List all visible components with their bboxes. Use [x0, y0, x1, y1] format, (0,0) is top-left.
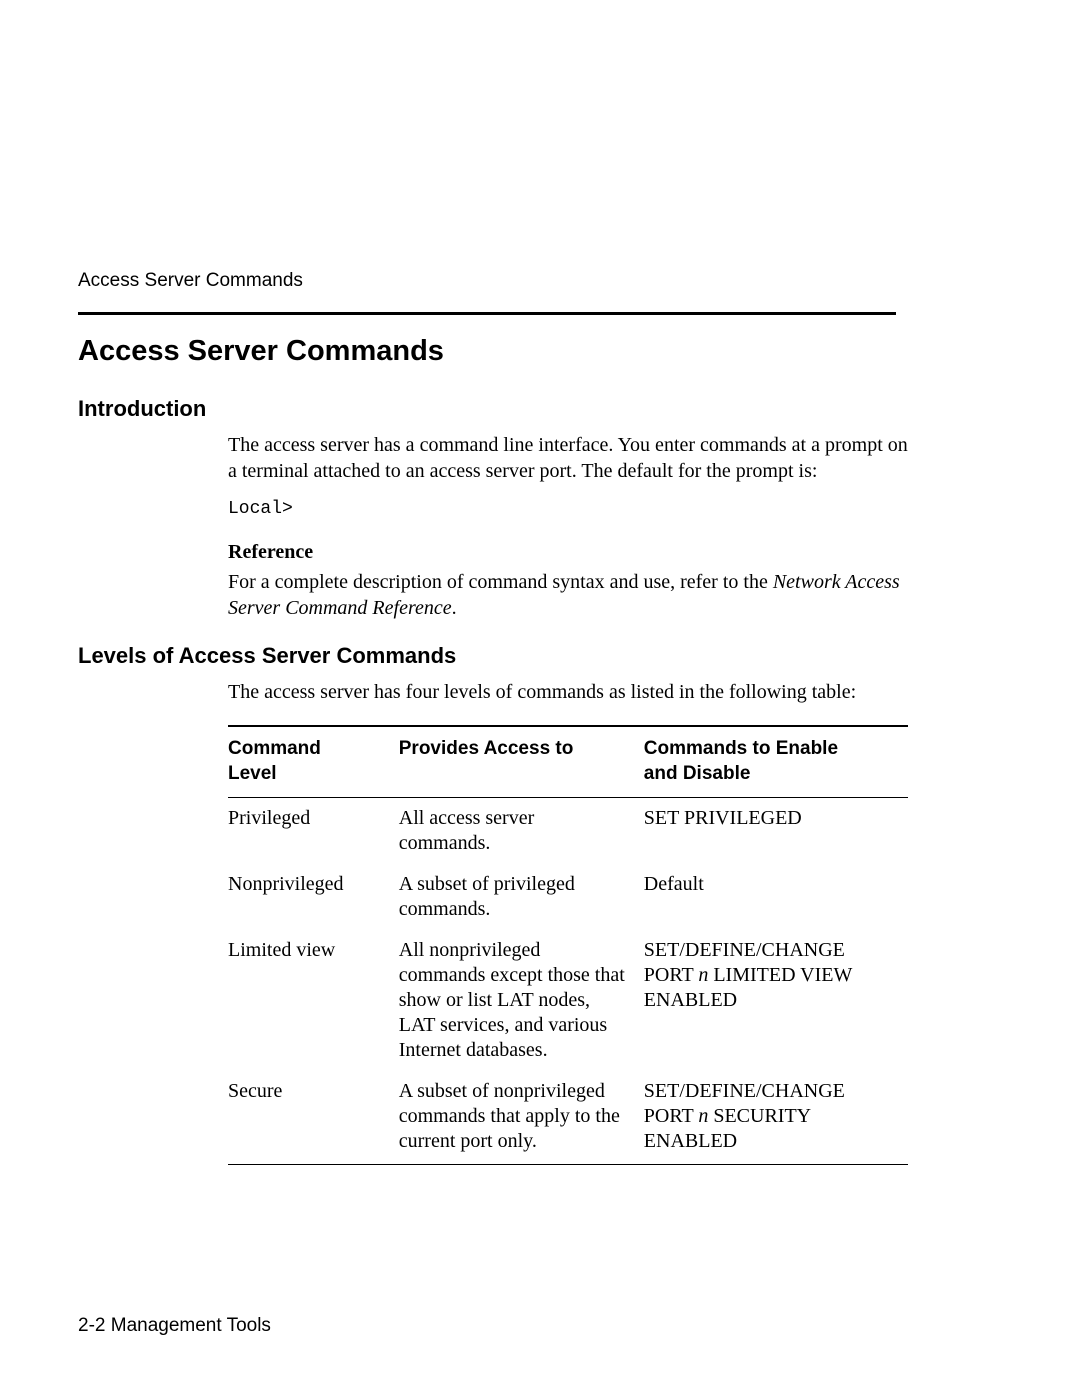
cell-cmd: Default	[644, 864, 908, 930]
th-command-level: CommandLevel	[228, 726, 399, 797]
cell-level: Limited view	[228, 930, 399, 1071]
cell-cmd: SET PRIVILEGED	[644, 797, 908, 864]
page-title: Access Server Commands	[78, 335, 950, 368]
table-row: Secure A subset of nonprivileged command…	[228, 1071, 908, 1165]
cell-level: Secure	[228, 1071, 399, 1165]
cell-cmd: SET/DEFINE/CHANGE PORT n LIMITED VIEW EN…	[644, 930, 908, 1071]
reference-text: For a complete description of command sy…	[228, 569, 908, 621]
running-header: Access Server Commands	[78, 270, 950, 292]
section-levels-heading: Levels of Access Server Commands	[78, 643, 950, 669]
table-row: Nonprivileged A subset of privileged com…	[228, 864, 908, 930]
intro-paragraph: The access server has a command line int…	[228, 432, 908, 484]
th-provides-access: Provides Access to	[399, 726, 644, 797]
reference-heading: Reference	[228, 539, 908, 565]
cell-cmd: SET/DEFINE/CHANGE PORT n SECURITY ENABLE…	[644, 1071, 908, 1165]
divider	[78, 312, 896, 315]
cell-access: All access server commands.	[399, 797, 644, 864]
levels-intro: The access server has four levels of com…	[228, 679, 908, 705]
table-row: Limited view All nonprivileged commands …	[228, 930, 908, 1071]
cell-access: A subset of privileged commands.	[399, 864, 644, 930]
page-footer: 2-2 Management Tools	[78, 1315, 271, 1337]
prompt-code: Local>	[228, 498, 908, 521]
command-levels-table: CommandLevel Provides Access to Commands…	[228, 725, 908, 1164]
cell-level: Nonprivileged	[228, 864, 399, 930]
ref-text-after: .	[452, 597, 457, 619]
table-row: Privileged All access server commands. S…	[228, 797, 908, 864]
section-intro-heading: Introduction	[78, 396, 950, 422]
cell-access: All nonprivileged commands except those …	[399, 930, 644, 1071]
cell-access: A subset of nonprivileged commands that …	[399, 1071, 644, 1165]
th-commands-enable: Commands to Enableand Disable	[644, 726, 908, 797]
cell-level: Privileged	[228, 797, 399, 864]
ref-text-before: For a complete description of command sy…	[228, 571, 773, 593]
